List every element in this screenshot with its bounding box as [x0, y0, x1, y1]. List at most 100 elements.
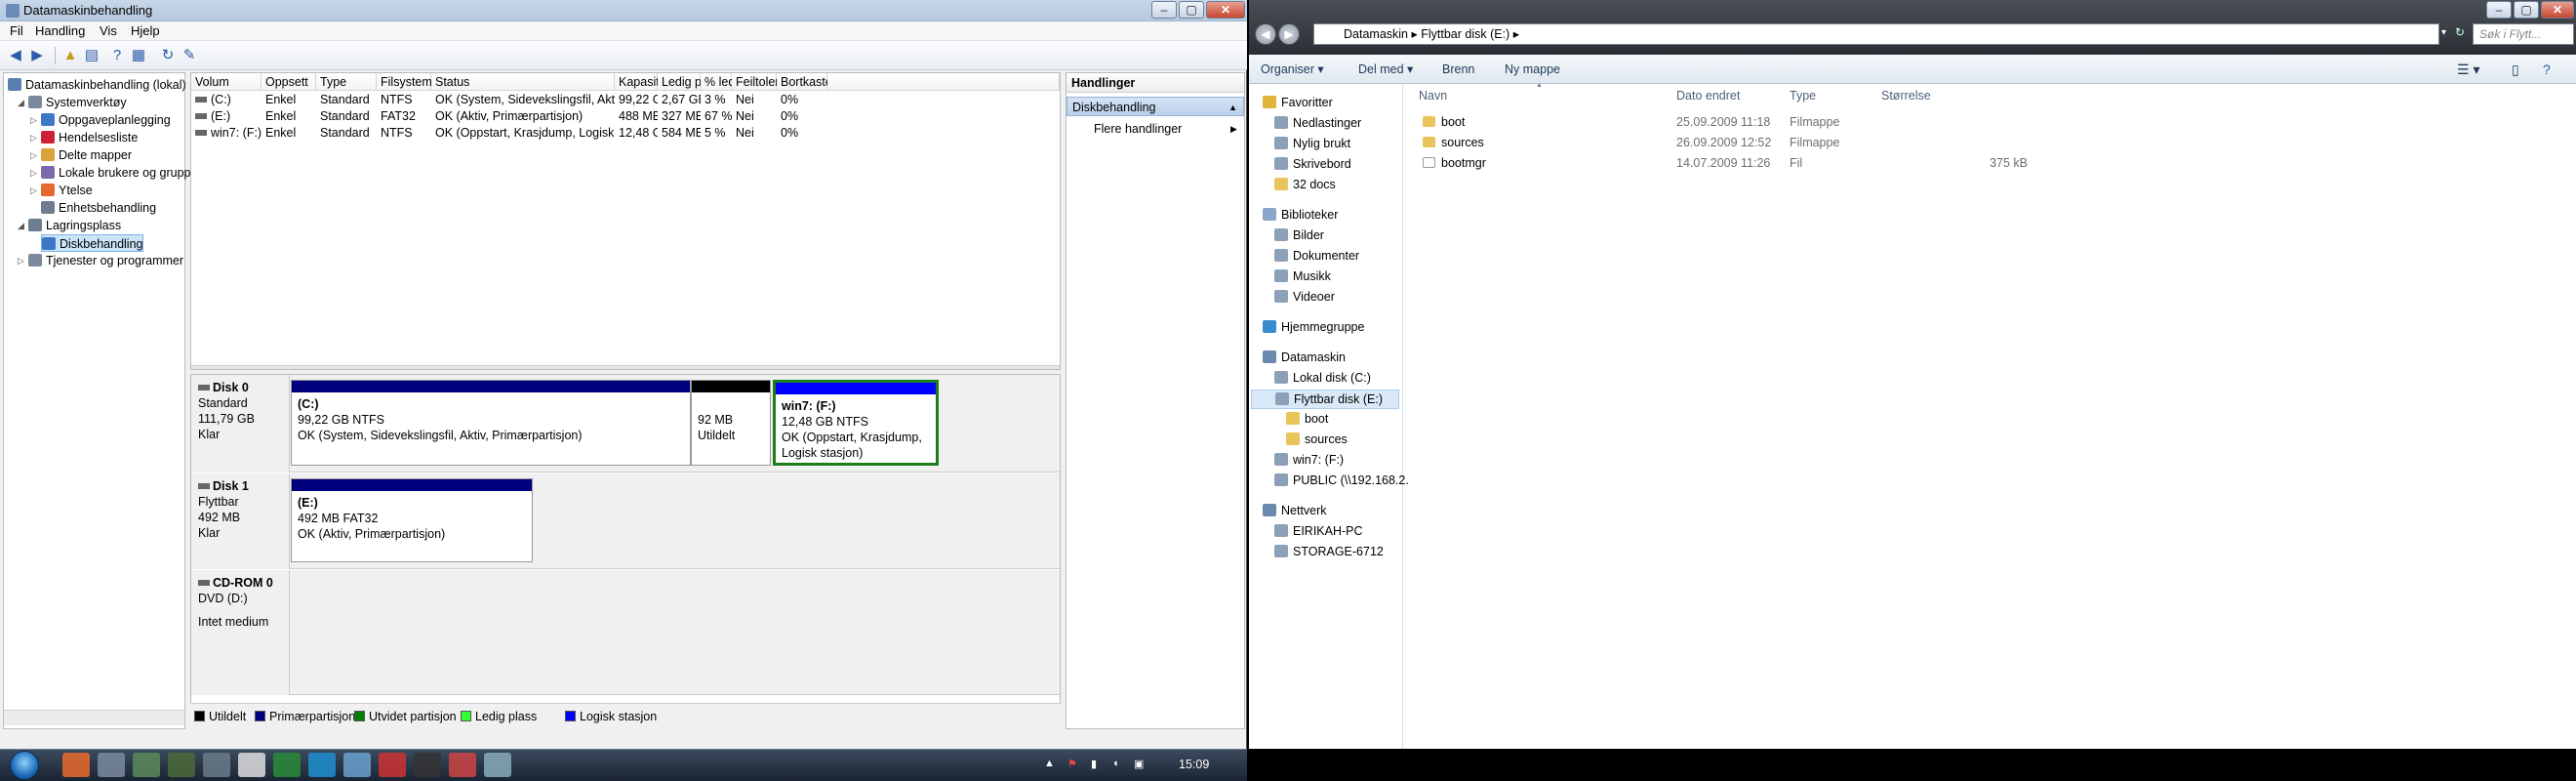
search-input[interactable]: Søk i Flytt... [2473, 23, 2574, 45]
disk-header[interactable]: Disk 0 Standard 111,79 GB Klar [192, 375, 290, 473]
file-row[interactable]: sources 26.09.2009 12:52 Filmappe [1423, 134, 2262, 151]
maximize-button[interactable]: ▢ [1179, 1, 1204, 19]
disk-header[interactable]: CD-ROM 0 DVD (D:) Intet medium [192, 570, 290, 695]
column-header[interactable]: % ledig [701, 73, 745, 91]
nav-item[interactable]: EIRIKAH-PC [1274, 522, 1363, 540]
title-bar[interactable]: Datamaskinbehandling – ▢ ✕ [0, 0, 1247, 21]
network-icon[interactable]: ▮ [1091, 758, 1097, 770]
explorer-icon[interactable] [98, 753, 125, 777]
expand-arrow-icon[interactable]: ▷ [30, 146, 37, 164]
nav-item[interactable]: 32 docs [1274, 176, 1336, 193]
collapse-arrow-icon[interactable]: ▲ [1228, 98, 1237, 117]
file-column-header[interactable]: Navn [1419, 88, 1447, 103]
show-hide-tree-icon[interactable]: ▤ [82, 46, 101, 65]
disk-icon[interactable] [379, 753, 406, 777]
remote-desktop-icon[interactable] [343, 753, 371, 777]
disk-header[interactable]: Disk 1 Flyttbar 492 MB Klar [192, 473, 290, 569]
column-header[interactable]: Kapasitet [615, 73, 669, 91]
tree-node[interactable]: Enhetsbehandling [41, 199, 156, 217]
partition-block[interactable]: 92 MB Utildelt [691, 380, 771, 466]
help-icon[interactable]: ? [107, 46, 127, 65]
up-folder-icon[interactable]: ▲ [60, 46, 80, 65]
nav-item[interactable]: Lokal disk (C:) [1274, 369, 1371, 387]
table-row[interactable]: (C:) Enkel Standard NTFS OK (System, Sidevek… [191, 92, 827, 108]
menu-view[interactable]: Vis [94, 21, 123, 41]
view-options-icon[interactable]: ☰ ▾ [2457, 55, 2479, 84]
tree-node[interactable]: ▷ Lokale brukere og grupper [30, 164, 202, 182]
app-icon[interactable] [273, 753, 301, 777]
organize-button[interactable]: Organiser ▾ [1261, 55, 1324, 84]
more-actions-link[interactable]: Flere handlinger [1094, 120, 1182, 138]
actions-section-disk-management[interactable]: Diskbehandling ▲ [1067, 97, 1244, 116]
column-header[interactable]: Volum [191, 73, 262, 91]
tree-node[interactable]: ▷ Delte mapper [30, 146, 132, 164]
nav-item[interactable]: Bilder [1274, 226, 1324, 244]
column-header[interactable]: Filsystem [377, 73, 432, 91]
expand-arrow-icon[interactable]: ▷ [30, 164, 37, 182]
breadcrumb-computer[interactable]: Datamaskin [1344, 27, 1408, 41]
column-header[interactable]: Bortkastet [777, 73, 835, 91]
nav-item[interactable]: Flyttbar disk (E:) [1251, 390, 1399, 409]
paint-icon[interactable] [484, 753, 511, 777]
column-header[interactable]: Type [316, 73, 377, 91]
nav-item[interactable]: Favoritter [1263, 94, 1333, 111]
expand-arrow-icon[interactable]: ▷ [30, 129, 37, 146]
burn-button[interactable]: Brenn [1442, 55, 1474, 84]
splitter[interactable] [191, 365, 1060, 369]
tree-node[interactable]: ◢ Systemverktøy [18, 94, 127, 111]
preview-pane-icon[interactable]: ▯ [2512, 55, 2519, 84]
address-dropdown-icon[interactable]: ▾ [2441, 27, 2446, 38]
power-icon[interactable]: ▣ [1134, 758, 1144, 770]
nav-item[interactable]: sources [1286, 431, 1348, 448]
new-folder-button[interactable]: Ny mappe [1505, 55, 1560, 84]
back-arrow-icon[interactable]: ◀ [6, 46, 25, 65]
properties-icon[interactable]: ▦ [129, 46, 148, 65]
notepad-icon[interactable] [203, 753, 230, 777]
nav-item[interactable]: Datamaskin [1263, 349, 1346, 366]
refresh-icon[interactable]: ↻ [2455, 25, 2465, 39]
tray-arrow-icon[interactable]: ▲ [1044, 758, 1055, 769]
file-column-header[interactable]: Dato endret [1676, 88, 1740, 103]
clock[interactable]: 15:09 [1179, 749, 1209, 781]
tree-node[interactable]: ▷ Ytelse [30, 182, 93, 199]
tree-node[interactable]: ▷ Tjenester og programmer [18, 252, 183, 269]
nav-item[interactable]: Biblioteker [1263, 206, 1338, 224]
forward-arrow-icon[interactable]: ▶ [27, 46, 47, 65]
nav-item[interactable]: Hjemmegruppe [1263, 318, 1364, 336]
column-header[interactable]: Status [431, 73, 615, 91]
nav-item[interactable]: win7: (F:) [1274, 451, 1344, 469]
nav-item[interactable]: Dokumenter [1274, 247, 1359, 265]
menu-action[interactable]: Handling [29, 21, 91, 41]
tree-node[interactable]: ◢ Lagringsplass [18, 217, 121, 234]
computer-management-icon[interactable] [133, 753, 160, 777]
expand-arrow-icon[interactable]: ▷ [30, 111, 37, 129]
partition-block[interactable]: win7: (F:) 12,48 GB NTFS OK (Oppstart, Kra… [773, 380, 939, 466]
minimize-button[interactable]: – [1151, 1, 1177, 19]
column-header[interactable]: Ledig plass [658, 73, 723, 91]
close-button[interactable]: ✕ [1206, 1, 1245, 19]
settings-icon[interactable]: ✎ [180, 46, 199, 65]
explorer-minimize-button[interactable]: – [2486, 1, 2512, 19]
partition-block[interactable]: (E:) 492 MB FAT32 OK (Aktiv, Primærpartisj… [291, 478, 533, 562]
nav-item[interactable]: Videoer [1274, 288, 1335, 306]
tree-node[interactable]: ▷ Hendelsesliste [30, 129, 138, 146]
tree-node[interactable]: Datamaskinbehandling (lokal) [8, 76, 186, 94]
nav-item[interactable]: PUBLIC (\\192.168.2. [1274, 472, 1409, 489]
cmd-icon[interactable] [414, 753, 441, 777]
skype-icon[interactable] [308, 753, 336, 777]
start-button[interactable] [10, 751, 39, 780]
menu-help[interactable]: Hjelp [125, 21, 166, 41]
expand-arrow-icon[interactable]: ◢ [18, 94, 24, 111]
flag-icon[interactable]: ⚑ [1067, 758, 1077, 770]
tree-scrollbar[interactable] [4, 710, 184, 725]
nav-item[interactable]: Skrivebord [1274, 155, 1351, 173]
nav-item[interactable]: STORAGE-6712 [1274, 543, 1384, 560]
nav-item[interactable]: Nylig brukt [1274, 135, 1350, 152]
help-icon[interactable]: ? [2543, 55, 2551, 84]
table-row[interactable]: win7: (F:) Enkel Standard NTFS OK (Oppstart,… [191, 125, 827, 142]
expand-arrow-icon[interactable]: ▷ [30, 182, 37, 199]
steam-icon[interactable] [238, 753, 265, 777]
file-row[interactable]: bootmgr 14.07.2009 11:26 Fil 375 kB [1423, 154, 2262, 172]
explorer-close-button[interactable]: ✕ [2541, 1, 2574, 19]
explorer-titlebar[interactable]: ◀ ▶ Datamaskin ▸ Flyttbar disk (E:) ▸ ▾ … [1249, 0, 2576, 55]
